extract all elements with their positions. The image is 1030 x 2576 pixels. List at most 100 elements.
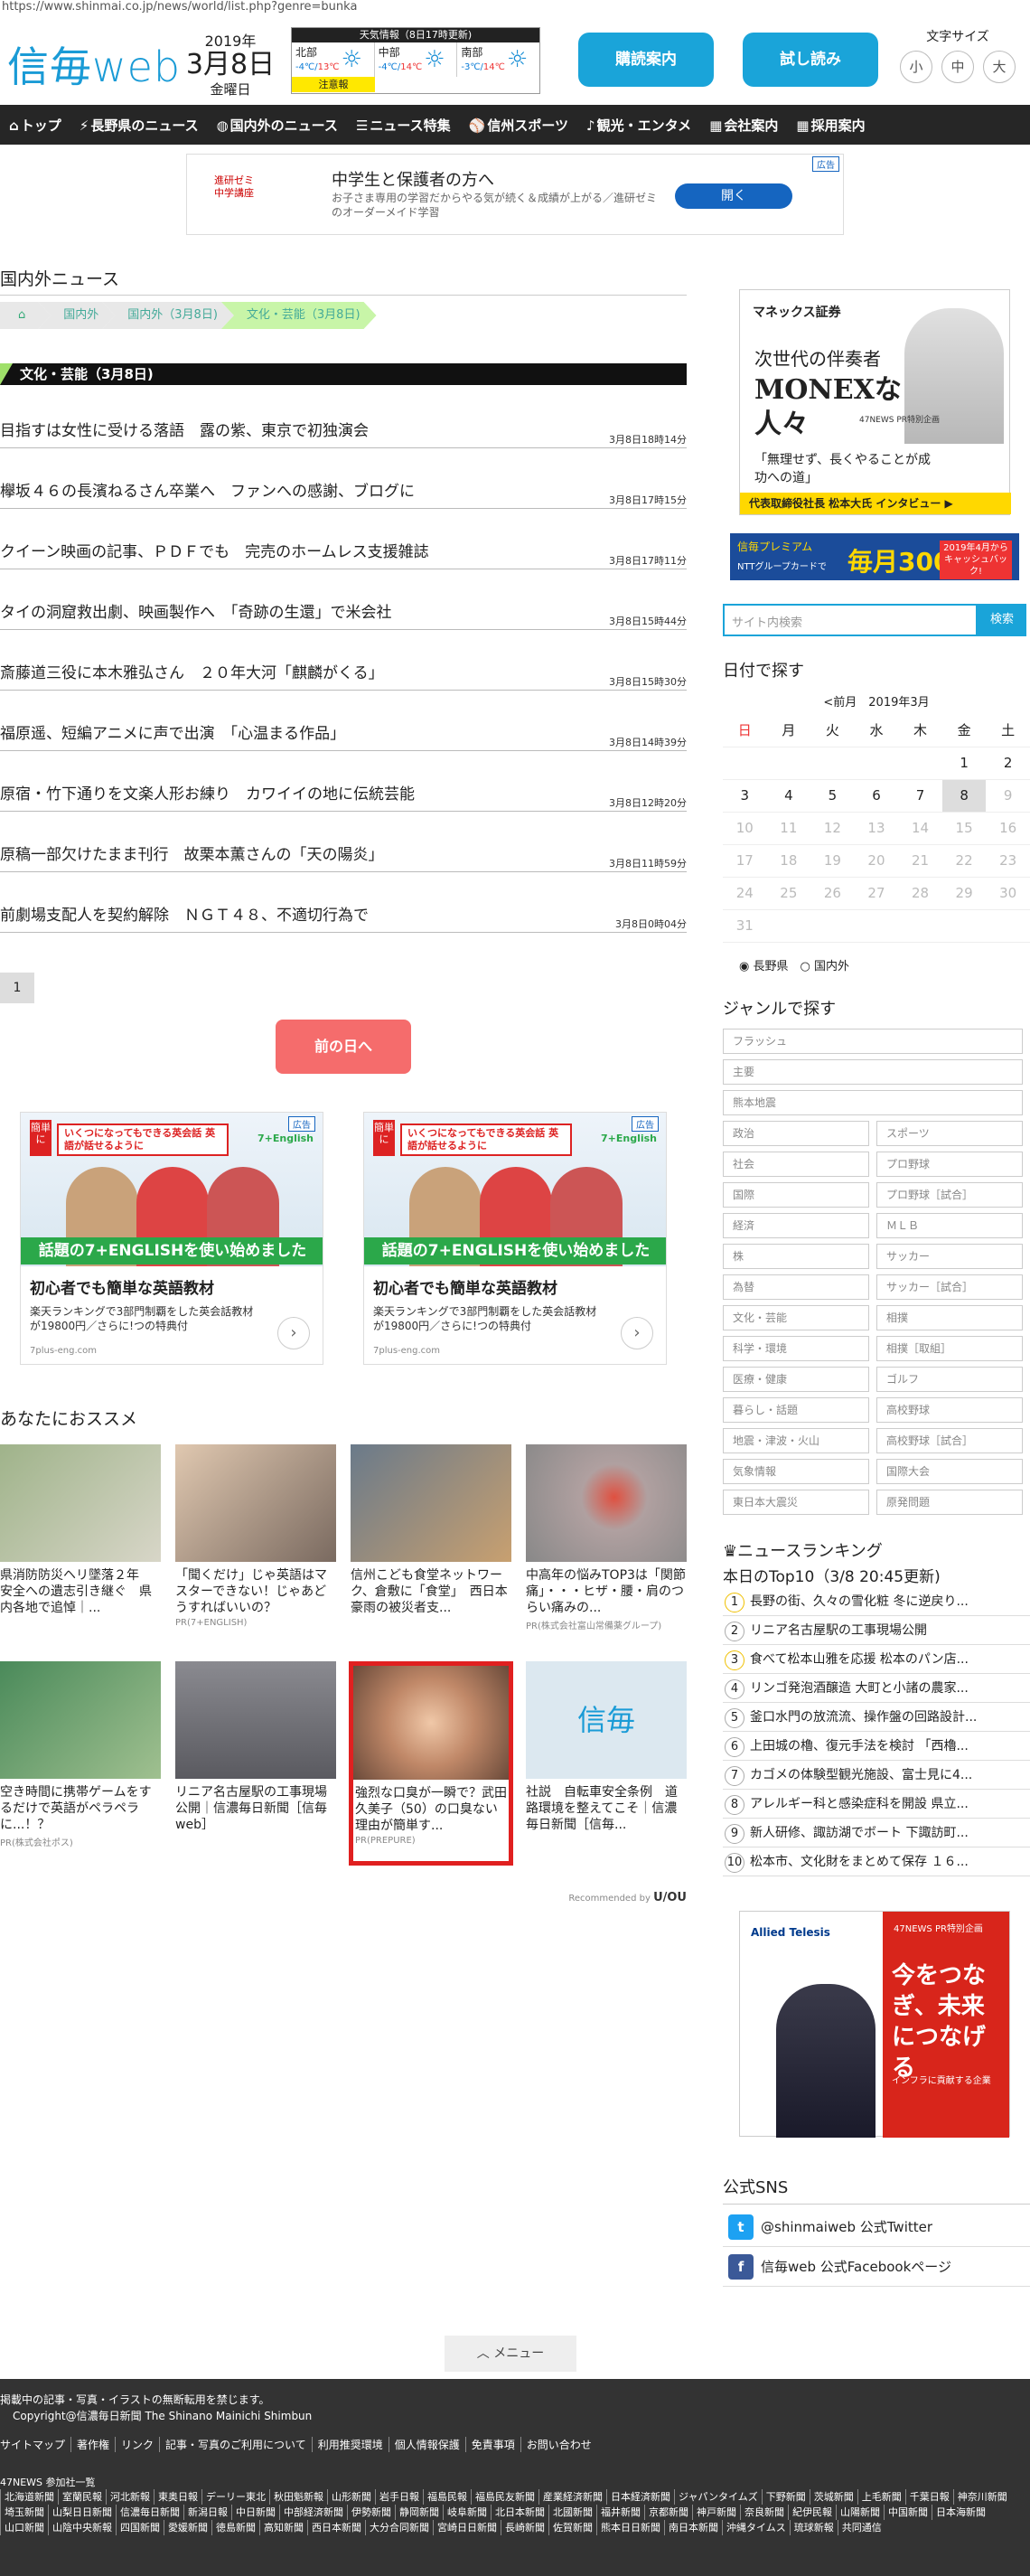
partner-link[interactable]: 新潟日報 (183, 2505, 231, 2520)
prev-day-button[interactable]: 前の日へ (276, 1020, 411, 1074)
partner-link[interactable]: 神奈川新聞 (952, 2489, 1011, 2505)
partner-link[interactable]: 山梨日日新聞 (48, 2505, 116, 2520)
partner-link[interactable]: 徳島新聞 (211, 2520, 259, 2535)
ranking-item[interactable]: 7 カゴメの体験型観光施設、富士見に4... (723, 1761, 1030, 1790)
partner-link[interactable]: 共同通信 (837, 2520, 885, 2535)
news-item[interactable]: 原宿・竹下通りを文楽人形お練り カワイイの地に伝統芸能 3月8日12時20分 (0, 774, 687, 812)
ranking-item[interactable]: 6 上田城の櫓、復元手法を検討 「西櫓... (723, 1732, 1030, 1761)
partner-link[interactable]: 琉球新報 (789, 2520, 838, 2535)
partner-link[interactable]: 佐賀新聞 (548, 2520, 596, 2535)
partner-link[interactable]: 下野新聞 (761, 2489, 810, 2505)
search-button[interactable]: 検索 (978, 604, 1026, 636)
partner-link[interactable]: 中部経済新聞 (279, 2505, 347, 2520)
news-title[interactable]: 福原遥、短編アニメに声で出演 「心温まる作品」 (0, 720, 345, 743)
partner-link[interactable]: 岐阜新聞 (443, 2505, 491, 2520)
partner-link[interactable]: 千葉日報 (904, 2489, 953, 2505)
footer-link[interactable]: 免責事項 (464, 2437, 520, 2452)
genre-item[interactable]: 国際 (723, 1182, 869, 1208)
genre-item[interactable]: ゴルフ (876, 1367, 1023, 1392)
ad-open-button[interactable]: 開く (675, 183, 792, 209)
partner-link[interactable]: 静岡新聞 (395, 2505, 443, 2520)
partner-link[interactable]: 山口新聞 (0, 2520, 48, 2535)
partner-link[interactable]: 岩手日報 (375, 2489, 423, 2505)
partner-link[interactable]: ジャパンタイムズ (674, 2489, 762, 2505)
partner-link[interactable]: デーリー東北 (201, 2489, 269, 2505)
partner-link[interactable]: 宮崎日日新聞 (433, 2520, 501, 2535)
nav-features[interactable]: ☰ ニュース特集 (347, 116, 460, 135)
twitter-link[interactable]: t @shinmaiweb 公式Twitter (723, 2207, 1030, 2247)
nav-company[interactable]: ▦ 会社案内 (700, 116, 787, 135)
partner-link[interactable]: 河北新報 (106, 2489, 154, 2505)
partner-link[interactable]: 愛媛新聞 (164, 2520, 211, 2535)
english-ad[interactable]: 簡単に いくつになってもできる英会話 英語が話せるように 広告 7+Englis… (363, 1112, 667, 1365)
footer-link[interactable]: 記事・写真のご利用について (159, 2437, 312, 2452)
top-banner-ad[interactable]: 進研ゼミ 中学講座 中学生と保護者の方へ お子さま専用の学習だからやる気が続く＆… (186, 154, 844, 235)
partner-link[interactable]: 北海道新聞 (0, 2489, 58, 2505)
news-title[interactable]: 斎藤道三役に本木雅弘さん ２０年大河「麒麟がくる」 (0, 660, 384, 682)
nav-recruit[interactable]: ▦ 採用案内 (787, 116, 874, 135)
partner-link[interactable]: 上毛新聞 (857, 2489, 905, 2505)
site-logo[interactable]: 信毎web (7, 34, 181, 94)
calendar-day[interactable]: 8 (941, 779, 987, 813)
partner-link[interactable]: 福島民友新聞 (471, 2489, 538, 2505)
footer-link[interactable]: お問い合わせ (520, 2437, 597, 2452)
prev-month-link[interactable]: <前月 (823, 696, 857, 710)
genre-item[interactable]: 主要 (723, 1059, 1023, 1085)
trial-button[interactable]: 試し読み (743, 33, 878, 87)
recommend-card[interactable]: 信州こども食堂ネットワーク、倉敷に「食堂」 西日本豪雨の被災者支... (351, 1444, 511, 1643)
partner-link[interactable]: 神戸新聞 (692, 2505, 740, 2520)
news-title[interactable]: タイの洞窟救出劇、映画製作へ 「奇跡の生還」で米会社 (0, 599, 392, 622)
genre-item[interactable]: ＭＬＢ (876, 1213, 1023, 1238)
ranking-item[interactable]: 8 アレルギー科と感染症科を開設 県立... (723, 1790, 1030, 1819)
facebook-link[interactable]: f 信毎web 公式Facebookページ (723, 2247, 1030, 2287)
genre-item[interactable]: 東日本大震災 (723, 1490, 869, 1515)
footer-link[interactable]: 個人情報保護 (388, 2437, 465, 2452)
genre-item[interactable]: 暮らし・話題 (723, 1397, 869, 1423)
genre-item[interactable]: 経済 (723, 1213, 869, 1238)
news-item[interactable]: タイの洞窟救出劇、映画製作へ 「奇跡の生還」で米会社 3月8日15時44分 (0, 592, 687, 630)
genre-item[interactable]: 気象情報 (723, 1459, 869, 1484)
news-item[interactable]: 福原遥、短編アニメに声で出演 「心温まる作品」 3月8日14時39分 (0, 713, 687, 751)
news-title[interactable]: 欅坂４６の長濱ねるさん卒業へ ファンへの感謝、ブログに (0, 478, 415, 501)
recommend-card[interactable]: 信毎 社説 自転車安全条例 道路環境を整えてこそ｜信濃毎日新聞［信毎... (526, 1661, 687, 1860)
partner-link[interactable]: 高知新聞 (259, 2520, 307, 2535)
partner-link[interactable]: 北日本新聞 (491, 2505, 548, 2520)
radio-nagano[interactable]: ◉ 長野県 (739, 960, 789, 973)
partner-link[interactable]: 福井新聞 (596, 2505, 644, 2520)
ranking-item[interactable]: 9 新人研修、諏訪湖でボート 下諏訪町... (723, 1819, 1030, 1847)
calendar-day[interactable]: 4 (766, 779, 811, 813)
font-large-button[interactable]: 大 (983, 51, 1016, 83)
weather-widget[interactable]: 天気情報（8日17時更新) 北部 -4℃/13℃ ☼ 中部 -4℃/14℃ ☼ 南部 -3… (291, 27, 540, 94)
chevron-right-icon[interactable]: › (621, 1317, 653, 1349)
recommend-card[interactable]: 空き時間に携帯ゲームをするだけで英語がペラペラに...！？ PR(株式会社ポス) (0, 1661, 161, 1860)
font-small-button[interactable]: 小 (900, 51, 932, 83)
recommend-card[interactable]: 強烈な口臭が一瞬で？武田久美子（50）の口臭ない理由が簡単す... PR(PREP… (349, 1661, 513, 1866)
genre-item[interactable]: フラッシュ (723, 1029, 1023, 1054)
partner-link[interactable]: 茨城新聞 (809, 2489, 857, 2505)
recommend-card[interactable]: 中高年の悩みTOP3は「関節痛」・・・ヒザ・腰・肩のつらい痛みの... PR(株式… (526, 1444, 687, 1643)
genre-item[interactable]: 文化・芸能 (723, 1305, 869, 1330)
allied-telesis-ad[interactable]: Allied Telesis 47NEWS PR特別企画 今をつなぎ、未来につな… (739, 1911, 1010, 2138)
nav-nagano[interactable]: ⚡ 長野県のニュース (70, 116, 208, 135)
footer-link[interactable]: リンク (115, 2437, 159, 2452)
ranking-item[interactable]: 3 食べて松本山雅を応援 松本のパン店... (723, 1645, 1030, 1674)
genre-item[interactable]: プロ野球 (876, 1152, 1023, 1177)
font-medium-button[interactable]: 中 (941, 51, 974, 83)
nav-world[interactable]: ◍ 国内外のニュース (208, 116, 347, 135)
news-item[interactable]: 斎藤道三役に本木雅弘さん ２０年大河「麒麟がくる」 3月8日15時30分 (0, 653, 687, 691)
footer-link[interactable]: 利用推奨環境 (311, 2437, 389, 2452)
genre-item[interactable]: 原発問題 (876, 1490, 1023, 1515)
genre-item[interactable]: 国際大会 (876, 1459, 1023, 1484)
page-number[interactable]: 1 (0, 973, 34, 1003)
premium-banner[interactable]: 信毎プレミアム NTTグループカードで 毎月300円 2019年4月からキャッシ… (730, 533, 1019, 580)
genre-item[interactable]: サッカー (876, 1244, 1023, 1269)
news-title[interactable]: 原宿・竹下通りを文楽人形お練り カワイイの地に伝統芸能 (0, 781, 415, 804)
footer-link[interactable]: 著作権 (70, 2437, 115, 2452)
english-ad[interactable]: 簡単に いくつになってもできる英会話 英語が話せるように 広告 7+Englis… (20, 1112, 323, 1365)
genre-item[interactable]: 社会 (723, 1152, 869, 1177)
genre-item[interactable]: 高校野球［試合］ (876, 1428, 1023, 1453)
calendar-day[interactable]: 5 (810, 779, 855, 813)
genre-item[interactable]: 相撲［取組］ (876, 1336, 1023, 1361)
search-input[interactable]: サイト内検索 (723, 604, 978, 636)
calendar-day[interactable]: 1 (941, 747, 987, 780)
